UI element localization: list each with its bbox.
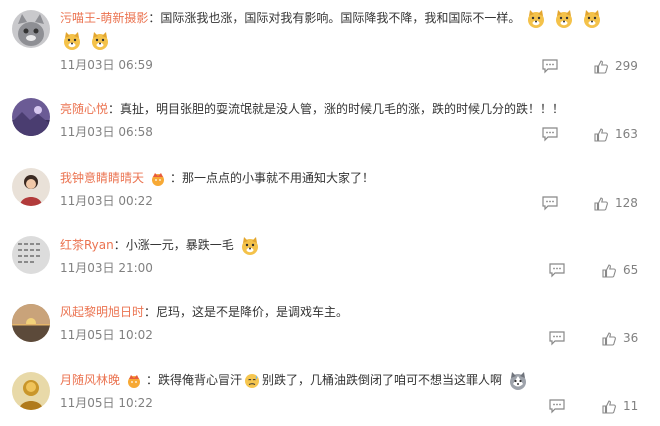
avatar[interactable] — [12, 168, 50, 206]
thumbs-up-icon — [594, 59, 608, 74]
laughing-doge-emoji — [526, 9, 546, 29]
comment-separator: ： — [144, 305, 157, 319]
comment-username[interactable]: 亮随心悦 — [60, 102, 108, 116]
avatar[interactable] — [12, 236, 50, 274]
like-count: 128 — [615, 196, 638, 210]
laughing-doge-emoji — [62, 31, 82, 51]
reply-icon[interactable] — [541, 126, 559, 142]
like-count: 299 — [615, 59, 638, 73]
reply-icon[interactable] — [548, 262, 566, 278]
comment-timestamp: 11月05日 10:02 — [60, 328, 153, 342]
like-button[interactable]: 299 — [593, 57, 638, 75]
reply-icon[interactable] — [541, 195, 559, 211]
thumbs-up-icon — [602, 331, 616, 346]
comment-text: 跌得俺背心冒汗 — [158, 373, 243, 387]
comment-text: 真扯，明目张胆的耍流氓就是没人管，涨的时候几毛的涨，跌的时候几分的跌！！！ — [120, 102, 565, 116]
comment-text: 那一点点的小事就不用通知大家了！ — [182, 171, 375, 185]
avatar[interactable] — [12, 304, 50, 342]
comment-separator: ： — [113, 238, 126, 252]
comment-separator: ： — [148, 11, 161, 25]
like-button[interactable]: 11 — [601, 397, 638, 415]
avatar[interactable] — [12, 98, 50, 136]
reply-icon[interactable] — [548, 330, 566, 346]
comment-text: 尼玛，这是不是降价，是调戏车主。 — [156, 305, 349, 319]
comment-timestamp: 11月03日 00:22 — [60, 194, 153, 208]
comment-timestamp: 11月03日 06:59 — [60, 58, 153, 72]
comment-username[interactable]: 红茶Ryan — [60, 238, 114, 252]
vip-badge-icon — [150, 171, 166, 187]
husky-emoji — [508, 371, 528, 391]
comment-item: 红茶Ryan：小涨一元，暴跌一毛 11月03日 21:00 65 — [0, 224, 660, 290]
comment-timestamp: 11月03日 06:58 — [60, 125, 153, 139]
comment-timestamp: 11月05日 10:22 — [60, 396, 153, 410]
laughing-doge-emoji — [90, 31, 110, 51]
comment-text-continued: 别跌了，几桶油跌倒闭了咱可不想当这罪人啊 — [262, 373, 503, 387]
like-count: 163 — [615, 127, 638, 141]
thumbs-up-icon — [602, 399, 616, 414]
comment-separator: ： — [108, 102, 121, 116]
avatar[interactable] — [12, 372, 50, 410]
sweat-face-emoji — [244, 373, 260, 389]
like-count: 36 — [623, 331, 639, 345]
comment-timestamp: 11月03日 21:00 — [60, 261, 153, 275]
reply-icon[interactable] — [541, 58, 559, 74]
comment-text: 小涨一元，暴跌一毛 — [125, 238, 234, 252]
comment-username[interactable]: 风起黎明旭日时 — [60, 305, 144, 319]
thumbs-up-icon — [602, 263, 616, 278]
like-count: 65 — [623, 263, 639, 277]
comment-item: 污喵王-萌新摄影：国际涨我也涨，国际对我有影响。国际降我不降，我和国际不一样。 … — [0, 0, 660, 84]
avatar[interactable] — [12, 10, 50, 48]
comment-username[interactable]: 我钟意睛睛晴天 — [60, 171, 144, 185]
comment-item: 我钟意睛睛晴天 ：那一点点的小事就不用通知大家了！ 11月03日 00:22 12… — [0, 154, 660, 224]
comment-username[interactable]: 污喵王-萌新摄影 — [60, 11, 148, 25]
like-button[interactable]: 128 — [593, 194, 638, 212]
comment-item: 亮随心悦：真扯，明目张胆的耍流氓就是没人管，涨的时候几毛的涨，跌的时候几分的跌！… — [0, 84, 660, 154]
laughing-doge-emoji — [240, 236, 260, 256]
like-button[interactable]: 36 — [601, 329, 638, 347]
comment-item: 月随风林晚 ：跌得俺背心冒汗 别跌了，几桶油跌倒闭了咱可不想当这罪人啊 11月05日… — [0, 358, 660, 426]
like-button[interactable]: 163 — [593, 125, 638, 143]
comment-separator: ： — [146, 373, 159, 387]
thumbs-up-icon — [594, 196, 608, 211]
comment-username[interactable]: 月随风林晚 — [60, 373, 120, 387]
vip-badge-icon — [126, 373, 142, 389]
comment-text: 国际涨我也涨，国际对我有影响。国际降我不降，我和国际不一样。 — [160, 11, 521, 25]
laughing-doge-emoji — [582, 9, 602, 29]
laughing-doge-emoji — [554, 9, 574, 29]
like-count: 11 — [623, 399, 639, 413]
like-button[interactable]: 65 — [601, 261, 638, 279]
reply-icon[interactable] — [548, 398, 566, 414]
comment-item: 风起黎明旭日时：尼玛，这是不是降价，是调戏车主。 11月05日 10:02 36 — [0, 290, 660, 358]
comment-separator: ： — [170, 171, 183, 185]
thumbs-up-icon — [594, 127, 608, 142]
